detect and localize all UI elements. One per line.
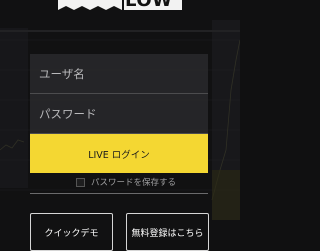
- username-field-wrapper: [30, 54, 208, 94]
- save-password-checkbox[interactable]: [76, 178, 85, 187]
- quick-demo-button[interactable]: クイックデモ: [30, 213, 113, 251]
- app-logo-text: LOW: [125, 0, 173, 11]
- free-signup-button[interactable]: 無料登録はこちら: [126, 213, 209, 251]
- password-field-wrapper: [30, 94, 208, 134]
- save-password-label: パスワードを保存する: [91, 178, 177, 188]
- save-password-row[interactable]: パスワードを保存する: [30, 174, 208, 194]
- live-login-button[interactable]: LIVE ログイン: [30, 134, 208, 173]
- username-input[interactable]: [30, 54, 208, 93]
- password-input[interactable]: [30, 94, 208, 133]
